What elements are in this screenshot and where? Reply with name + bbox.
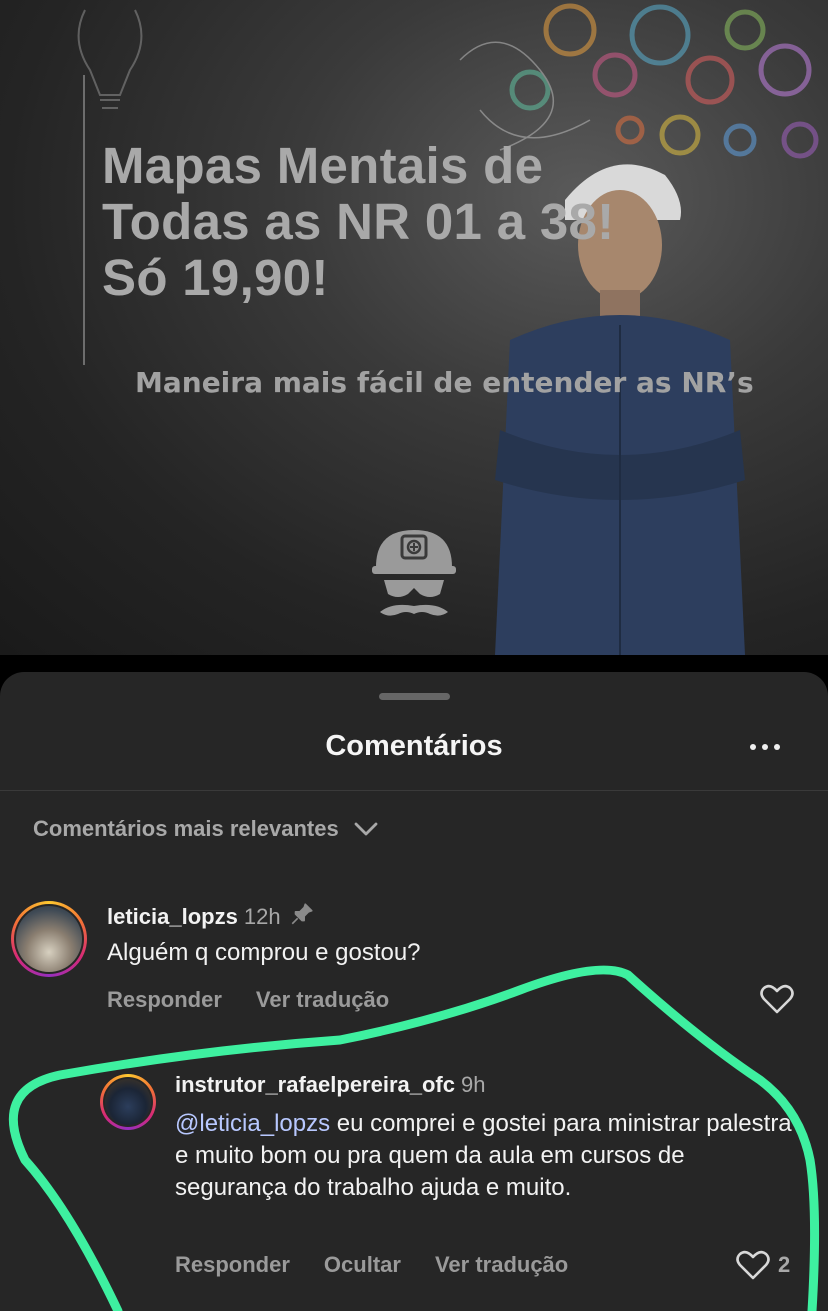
ad-image: Mapas Mentais de Todas as NR 01 a 38! Só… <box>0 0 828 655</box>
more-dots-icon <box>762 744 768 750</box>
comment-text: Alguém q comprou e gostou? <box>107 939 421 966</box>
comment-time: 12h <box>243 903 281 929</box>
sort-label: Comentários mais relevantes <box>33 816 339 841</box>
divider <box>0 790 828 791</box>
chevron-down-icon <box>353 821 379 837</box>
hide-button[interactable]: Ocultar <box>324 1252 401 1278</box>
comment-header: instrutor_rafaelpereira_ofc 9h <box>175 1072 485 1098</box>
ad-headline-line: Só 19,90! <box>102 249 329 306</box>
comment-time: 9h <box>461 1072 486 1097</box>
heart-icon <box>736 1250 770 1280</box>
sort-dropdown[interactable]: Comentários mais relevantes <box>33 816 379 842</box>
ad-subline: Maneira mais fácil de entender as NR’s <box>135 366 754 399</box>
comment-actions: Responder Ocultar Ver tradução <box>175 1252 568 1278</box>
like-button[interactable]: 2 <box>736 1250 790 1280</box>
pin-icon <box>289 901 315 932</box>
like-button[interactable] <box>760 984 794 1014</box>
comment-username[interactable]: instrutor_rafaelpereira_ofc <box>175 1072 455 1098</box>
more-dots-icon <box>774 744 780 750</box>
ad-headline: Mapas Mentais de Todas as NR 01 a 38! Só… <box>102 138 742 306</box>
avatar[interactable] <box>100 1074 156 1130</box>
ad-headline-line: Todas as NR 01 a 38! <box>102 193 615 250</box>
comments-sheet: Comentários Comentários mais relevantes … <box>0 672 828 1311</box>
more-options-button[interactable] <box>740 732 790 762</box>
heart-icon <box>760 984 794 1014</box>
comment-actions: Responder Ver tradução <box>107 987 389 1013</box>
lightbulb-drawing <box>77 9 143 109</box>
sheet-title: Comentários <box>325 730 503 762</box>
reply-button[interactable]: Responder <box>175 1252 290 1278</box>
comment-username[interactable]: leticia_lopzs <box>107 904 238 930</box>
reply-button[interactable]: Responder <box>107 987 222 1013</box>
ad-headline-line: Mapas Mentais de <box>102 137 544 194</box>
comment-header: leticia_lopzs 12h <box>107 901 315 932</box>
avatar[interactable] <box>11 901 87 977</box>
translate-button[interactable]: Ver tradução <box>435 1252 568 1278</box>
comment-text: @leticia_lopzs eu comprei e gostei para … <box>175 1108 795 1204</box>
decorative-line <box>83 75 85 365</box>
like-count: 2 <box>778 1252 791 1277</box>
more-dots-icon <box>750 744 756 750</box>
translate-button[interactable]: Ver tradução <box>256 987 389 1013</box>
mention-link[interactable]: @leticia_lopzs <box>175 1110 330 1137</box>
drag-handle[interactable] <box>379 693 450 700</box>
helmet-mustache-logo <box>372 530 456 616</box>
